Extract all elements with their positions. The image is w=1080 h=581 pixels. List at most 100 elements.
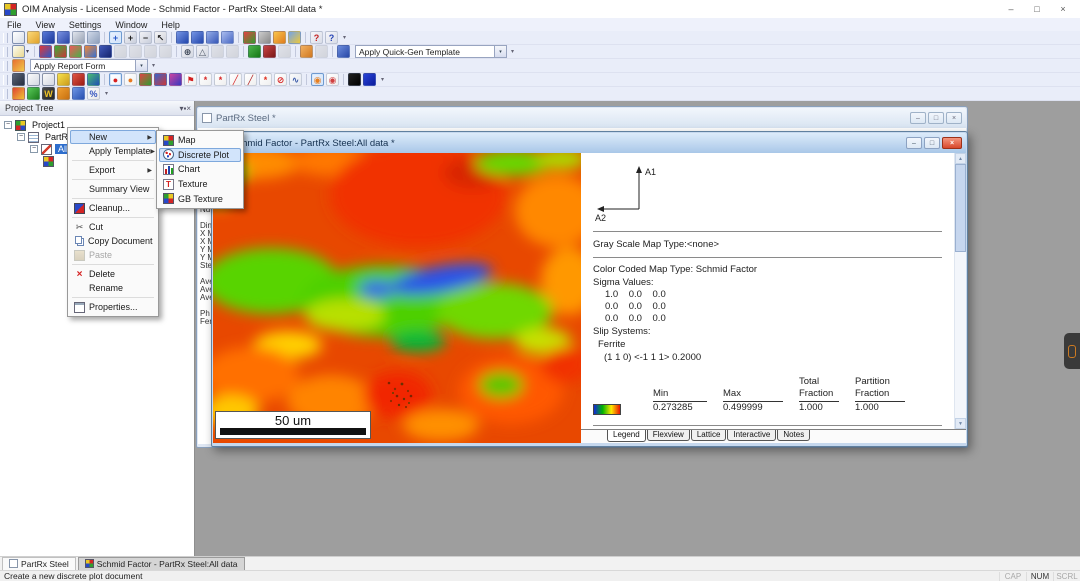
clear-selection-icon[interactable]: [72, 73, 85, 86]
lasso-grain-select-icon[interactable]: [42, 73, 55, 86]
map-background-blue-swatch[interactable]: [363, 73, 376, 86]
phase-map-icon[interactable]: [54, 45, 67, 58]
texture-plot-1-icon[interactable]: [211, 45, 224, 58]
menu-item-map[interactable]: Map: [159, 133, 241, 148]
app-minimize-button[interactable]: –: [998, 4, 1024, 14]
scrollbar-thumb[interactable]: [955, 164, 966, 252]
print-icon[interactable]: [72, 31, 85, 44]
export-report-icon[interactable]: [300, 45, 313, 58]
menu-item-new[interactable]: New▶: [70, 130, 156, 144]
save-icon[interactable]: [42, 31, 55, 44]
menu-item-texture[interactable]: TTexture: [159, 177, 241, 192]
arrange-windows-icon[interactable]: [221, 31, 234, 44]
profile-chart-icon[interactable]: ∿: [289, 73, 302, 86]
menu-view[interactable]: View: [29, 18, 62, 31]
highlight-tool-icon[interactable]: [273, 31, 286, 44]
chart-disabled-icon[interactable]: [278, 45, 291, 58]
context-help-icon[interactable]: ?: [325, 31, 338, 44]
highlight-point-icon[interactable]: ◉: [311, 73, 324, 86]
chevron-down-icon[interactable]: ▾: [135, 60, 147, 71]
menu-window[interactable]: Window: [108, 18, 154, 31]
crop-data-icon[interactable]: [27, 87, 40, 100]
menu-item-cleanup[interactable]: Cleanup...: [70, 201, 156, 215]
lasso-area-select-icon[interactable]: [27, 73, 40, 86]
pole-figure-icon[interactable]: [139, 73, 152, 86]
help-icon[interactable]: ?: [310, 31, 323, 44]
new-partition-icon[interactable]: [72, 87, 85, 100]
map-template-6-icon[interactable]: [114, 45, 127, 58]
inverse-pole-figure-icon[interactable]: [154, 73, 167, 86]
single-point-icon[interactable]: ●: [109, 73, 122, 86]
map-template-8-icon[interactable]: [144, 45, 157, 58]
app-restore-button[interactable]: □: [1024, 4, 1050, 14]
bgwin-restore-button[interactable]: □: [928, 112, 944, 124]
app-close-button[interactable]: ×: [1050, 4, 1076, 14]
partition-stats-icon[interactable]: %: [87, 87, 100, 100]
docwin-restore-button[interactable]: □: [924, 137, 940, 149]
cleanup-data-icon[interactable]: [12, 87, 25, 100]
map-template-9-icon[interactable]: [159, 45, 172, 58]
menu-item-cut[interactable]: ✂Cut: [70, 220, 156, 234]
menu-item-apply-template[interactable]: Apply Template▶: [70, 144, 156, 158]
gray-scale-icon[interactable]: [258, 31, 271, 44]
legend-scrollbar[interactable]: ▲ ▼: [954, 153, 966, 429]
menu-item-paste[interactable]: Paste: [70, 248, 156, 262]
toolbar-overflow-icon[interactable]: ▾: [343, 34, 346, 41]
menu-item-gb-texture[interactable]: GB Texture: [159, 191, 241, 206]
quick-gen-template-combo[interactable]: Apply Quick-Gen Template▾: [355, 45, 507, 58]
crosshair-icon[interactable]: ⊕: [181, 45, 194, 58]
tree-expander[interactable]: −: [4, 121, 12, 129]
tab-flexview[interactable]: Flexview: [647, 430, 690, 441]
docwin-minimize-button[interactable]: –: [906, 137, 922, 149]
docwin-title-bar[interactable]: Schmid Factor - PartRx Steel:All data * …: [213, 133, 966, 153]
unit-triangle-icon[interactable]: △: [196, 45, 209, 58]
bgwin-minimize-button[interactable]: –: [910, 112, 926, 124]
docwin-close-button[interactable]: ×: [942, 137, 962, 149]
schmid-factor-window[interactable]: Schmid Factor - PartRx Steel:All data * …: [211, 131, 968, 447]
report-form-combo[interactable]: Apply Report Form▾: [30, 59, 148, 72]
panel-close-button[interactable]: ×: [186, 104, 191, 113]
tile-vertical-icon[interactable]: [206, 31, 219, 44]
menu-item-copy-document[interactable]: Copy Document: [70, 234, 156, 248]
tab-notes[interactable]: Notes: [777, 430, 810, 441]
toolbar-overflow-icon[interactable]: ▾: [152, 62, 155, 69]
texture-plot-2-icon[interactable]: [226, 45, 239, 58]
misorientation-profile-icon[interactable]: ╱: [244, 73, 257, 86]
rotate-data-icon[interactable]: W: [42, 87, 55, 100]
grain-point-icon[interactable]: ●: [124, 73, 137, 86]
tab-interactive[interactable]: Interactive: [727, 430, 776, 441]
tab-legend[interactable]: Legend: [607, 430, 646, 442]
chart-green-icon[interactable]: [248, 45, 261, 58]
pencil-select-icon[interactable]: [57, 73, 70, 86]
taskbar-tab-partrx-steel[interactable]: PartRx Steel: [2, 557, 76, 571]
menu-help[interactable]: Help: [154, 18, 187, 31]
chevron-down-icon[interactable]: ▾: [494, 46, 506, 57]
image-quality-map-icon[interactable]: [69, 45, 82, 58]
batch-template-icon[interactable]: [337, 45, 350, 58]
menu-file[interactable]: File: [0, 18, 29, 31]
menu-item-discrete-plot[interactable]: Discrete Plot: [159, 148, 241, 163]
confidence-index-map-icon[interactable]: [84, 45, 97, 58]
dropdown-caret-icon[interactable]: ▾: [26, 48, 29, 55]
bgwin-close-button[interactable]: ×: [946, 112, 962, 124]
tree-expander[interactable]: −: [30, 145, 38, 153]
grid-map-icon[interactable]: [12, 73, 25, 86]
select-cursor-icon[interactable]: ↖: [154, 31, 167, 44]
toolbar-overflow-icon[interactable]: ▾: [381, 76, 384, 83]
crystal-orientation-map-icon[interactable]: [39, 45, 52, 58]
color-legend-icon[interactable]: [243, 31, 256, 44]
scrollbar-down-button[interactable]: ▼: [955, 418, 966, 429]
menu-item-delete[interactable]: ×Delete: [70, 267, 156, 281]
zoom-in-icon[interactable]: +: [124, 31, 137, 44]
misorientation-map-icon[interactable]: [99, 45, 112, 58]
tree-expander[interactable]: −: [17, 133, 25, 141]
scrollbar-up-button[interactable]: ▲: [955, 153, 966, 164]
exclude-point-icon[interactable]: ⊘: [274, 73, 287, 86]
open-folder-icon[interactable]: [27, 31, 40, 44]
odf-plot-icon[interactable]: [169, 73, 182, 86]
export-disabled-icon[interactable]: [315, 45, 328, 58]
sphere-view-icon[interactable]: [87, 73, 100, 86]
menu-item-chart[interactable]: Chart: [159, 162, 241, 177]
menu-settings[interactable]: Settings: [62, 18, 109, 31]
cascade-windows-icon[interactable]: [176, 31, 189, 44]
